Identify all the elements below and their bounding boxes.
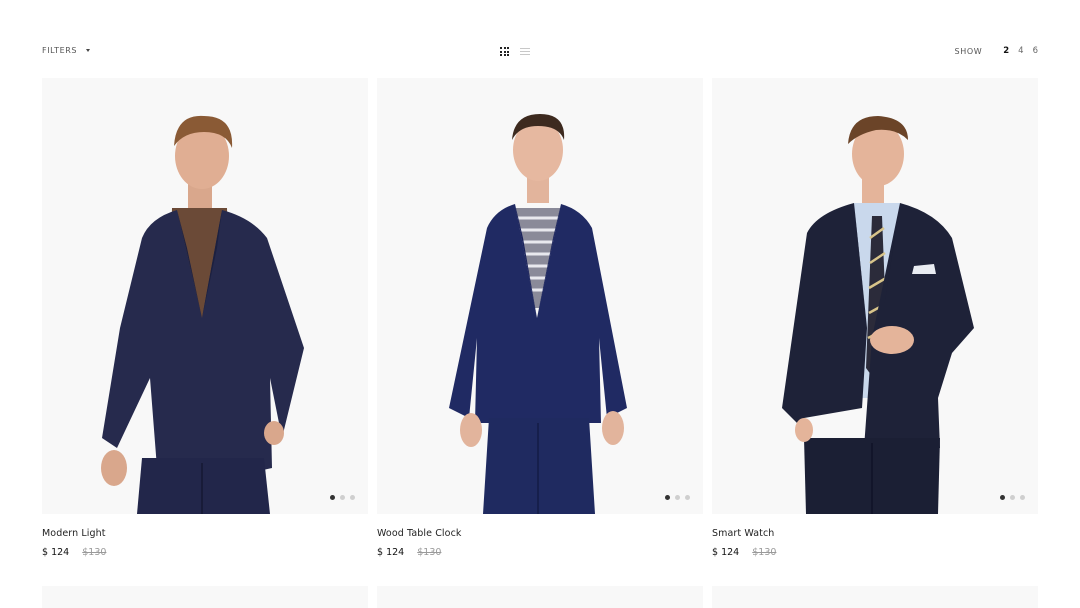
carousel-dots: [665, 495, 690, 500]
carousel-dot[interactable]: [1010, 495, 1015, 500]
product-name[interactable]: Wood Table Clock: [377, 528, 703, 539]
shop-toolbar: FILTERS SHOW 2 4 6: [42, 44, 1038, 64]
price-row: $ 124 $130: [42, 547, 368, 558]
product-image-peek[interactable]: [712, 586, 1038, 608]
model-in-suit-image: [449, 114, 627, 514]
carousel-dots: [1000, 495, 1025, 500]
carousel-dot[interactable]: [1020, 495, 1025, 500]
show-option-2[interactable]: 2: [1003, 46, 1009, 56]
product-image[interactable]: [712, 78, 1038, 514]
view-toggle: [500, 47, 530, 56]
product-old-price: $130: [417, 547, 442, 558]
filters-dropdown[interactable]: FILTERS: [42, 46, 91, 55]
product-price: $ 124: [377, 547, 405, 558]
product-name[interactable]: Modern Light: [42, 528, 368, 539]
product-old-price: $130: [752, 547, 777, 558]
carousel-dot[interactable]: [1000, 495, 1005, 500]
product-name[interactable]: Smart Watch: [712, 528, 1038, 539]
product-image-peek[interactable]: [42, 586, 368, 608]
model-in-suit-image: [101, 115, 304, 514]
carousel-dots: [330, 495, 355, 500]
show-columns: SHOW 2 4 6: [955, 46, 1038, 56]
show-option-6[interactable]: 6: [1033, 46, 1038, 56]
price-row: $ 124 $130: [712, 547, 1038, 558]
list-view-icon[interactable]: [520, 48, 530, 55]
product-image-peek[interactable]: [377, 586, 703, 608]
carousel-dot[interactable]: [665, 495, 670, 500]
carousel-dot[interactable]: [685, 495, 690, 500]
product-card[interactable]: Modern Light $ 124 $130: [42, 78, 368, 558]
show-option-4[interactable]: 4: [1018, 46, 1023, 56]
product-image[interactable]: [377, 78, 703, 514]
product-card[interactable]: Smart Watch $ 124 $130: [712, 78, 1038, 558]
product-price: $ 124: [712, 547, 740, 558]
carousel-dot[interactable]: [340, 495, 345, 500]
caret-down-icon: [86, 49, 91, 52]
product-old-price: $130: [82, 547, 107, 558]
product-image[interactable]: [42, 78, 368, 514]
price-row: $ 124 $130: [377, 547, 703, 558]
grid-view-icon[interactable]: [500, 47, 509, 56]
carousel-dot[interactable]: [350, 495, 355, 500]
carousel-dot[interactable]: [330, 495, 335, 500]
model-in-suit-image: [782, 116, 974, 514]
filters-label: FILTERS: [42, 46, 78, 55]
product-price: $ 124: [42, 547, 70, 558]
show-label: SHOW: [954, 46, 983, 56]
product-card[interactable]: Wood Table Clock $ 124 $130: [377, 78, 703, 558]
carousel-dot[interactable]: [675, 495, 680, 500]
